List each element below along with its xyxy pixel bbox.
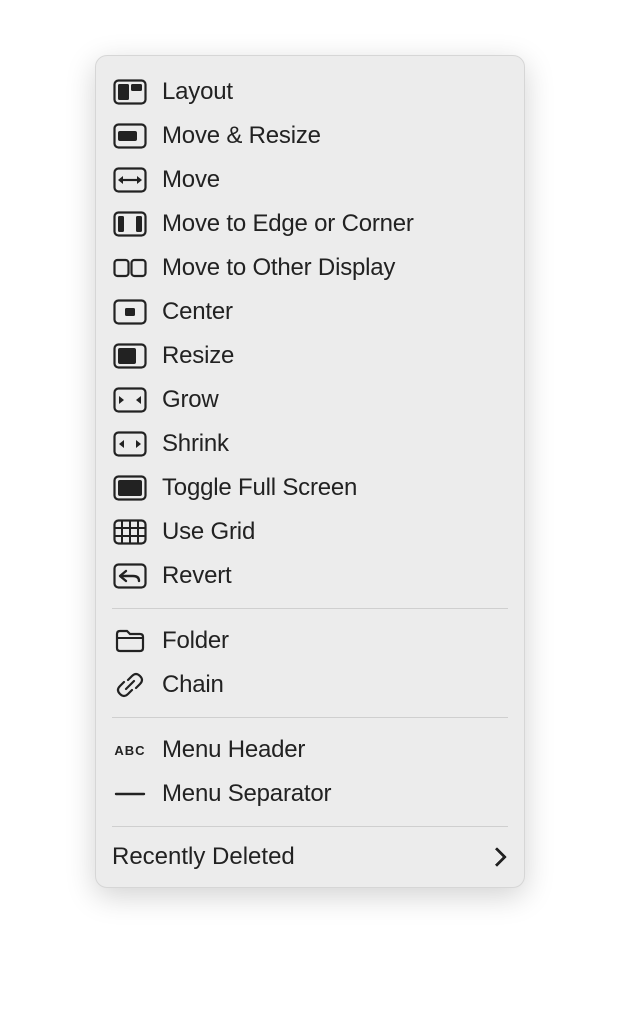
abc-icon: ABC: [112, 736, 148, 764]
menu-item-move-display[interactable]: Move to Other Display: [96, 246, 524, 290]
menu-item-move-resize[interactable]: Move & Resize: [96, 114, 524, 158]
center-icon: [112, 298, 148, 326]
folder-icon: [112, 627, 148, 655]
menu-item-label: Move to Edge or Corner: [162, 210, 414, 239]
menu-item-move[interactable]: Move: [96, 158, 524, 202]
revert-icon: [112, 562, 148, 590]
menu-item-resize[interactable]: Resize: [96, 334, 524, 378]
menu-item-label: Menu Header: [162, 736, 305, 765]
move-edge-corner-icon: [112, 210, 148, 238]
shrink-icon: [112, 430, 148, 458]
menu-item-label: Folder: [162, 627, 229, 656]
menu-item-label: Move to Other Display: [162, 254, 395, 283]
menu-panel: Layout Move & Resize Move: [95, 55, 525, 888]
menu-separator: [112, 717, 508, 718]
menu-item-move-edge-corner[interactable]: Move to Edge or Corner: [96, 202, 524, 246]
menu-item-label: Center: [162, 298, 233, 327]
layout-icon: [112, 78, 148, 106]
menu-item-label: Move: [162, 166, 220, 195]
menu-item-layout[interactable]: Layout: [96, 70, 524, 114]
menu-item-recently-deleted[interactable]: Recently Deleted: [96, 837, 524, 873]
menu-item-label: Shrink: [162, 430, 229, 459]
move-resize-icon: [112, 122, 148, 150]
resize-icon: [112, 342, 148, 370]
grid-icon: [112, 518, 148, 546]
move-display-icon: [112, 254, 148, 282]
menu-item-label: Revert: [162, 562, 232, 591]
menu-item-center[interactable]: Center: [96, 290, 524, 334]
menu-separator: [112, 608, 508, 609]
menu-item-grow[interactable]: Grow: [96, 378, 524, 422]
separator-icon: [112, 780, 148, 808]
menu-item-label: Grow: [162, 386, 219, 415]
menu-item-grid[interactable]: Use Grid: [96, 510, 524, 554]
chain-icon: [112, 671, 148, 699]
menu-item-label: Move & Resize: [162, 122, 321, 151]
menu-item-label: Use Grid: [162, 518, 255, 547]
menu-item-chain[interactable]: Chain: [96, 663, 524, 707]
menu-item-folder[interactable]: Folder: [96, 619, 524, 663]
move-icon: [112, 166, 148, 194]
menu-item-revert[interactable]: Revert: [96, 554, 524, 598]
menu-item-label: Toggle Full Screen: [162, 474, 357, 503]
menu-item-fullscreen[interactable]: Toggle Full Screen: [96, 466, 524, 510]
menu-separator: [112, 826, 508, 827]
menu-item-header[interactable]: ABC Menu Header: [96, 728, 524, 772]
chevron-right-icon: [487, 847, 507, 867]
menu-item-label: Menu Separator: [162, 780, 331, 809]
fullscreen-icon: [112, 474, 148, 502]
menu-item-label: Layout: [162, 78, 233, 107]
menu-item-label: Resize: [162, 342, 234, 371]
menu-item-shrink[interactable]: Shrink: [96, 422, 524, 466]
menu-item-label: Chain: [162, 671, 224, 700]
grow-icon: [112, 386, 148, 414]
menu-item-separator[interactable]: Menu Separator: [96, 772, 524, 816]
menu-item-label: Recently Deleted: [112, 843, 295, 871]
